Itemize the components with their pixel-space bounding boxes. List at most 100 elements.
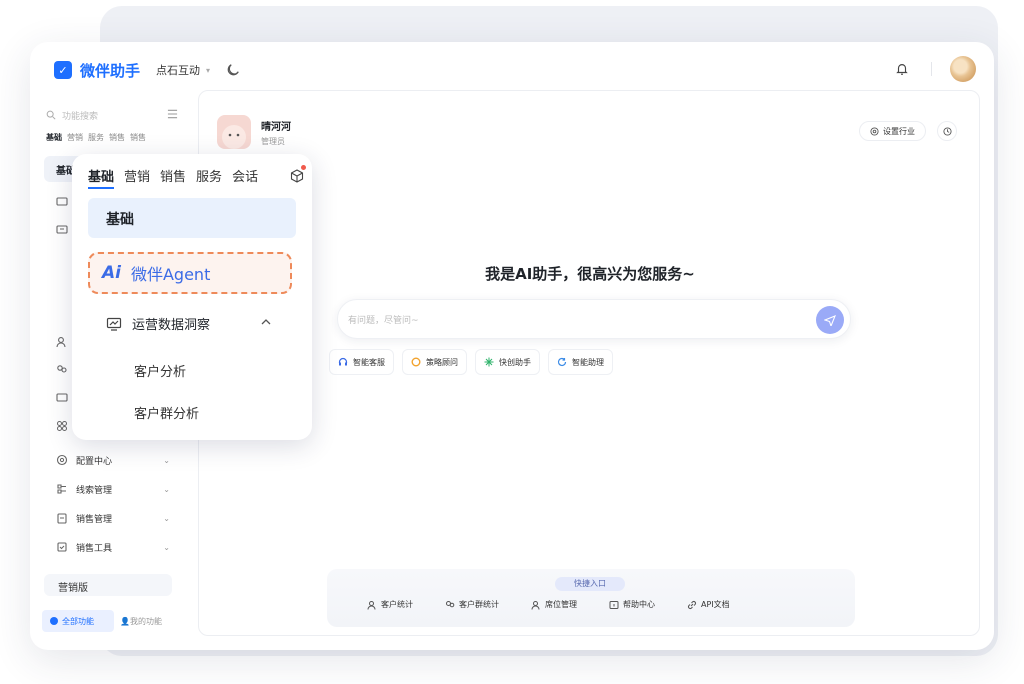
seat-icon [531,600,540,610]
bell-icon[interactable] [895,62,909,76]
chip-label: 智能客服 [353,357,385,367]
chip-smart-service[interactable]: 智能客服 [329,349,394,375]
popup-tab-conversation[interactable]: 会话 [232,166,258,189]
all-functions-label: 全部功能 [62,616,94,626]
sales-icon [57,513,67,524]
popup-tab-service[interactable]: 服务 [196,166,222,189]
quick-seat-management[interactable]: 席位管理 [531,599,577,610]
insight-menu-group[interactable]: 运营数据洞察 [106,314,282,333]
popup-tab-basic[interactable]: 基础 [88,166,115,189]
sidebar-tab[interactable]: 销售 [130,132,146,143]
brand-logo-icon: ✓ [54,61,72,79]
moon-icon[interactable] [226,63,240,77]
popup-section-header: 基础 [88,198,296,238]
popup-tabs: 基础 营销 销售 服务 会话 [88,166,258,189]
package-icon [290,169,304,183]
chat-icon[interactable] [56,224,68,236]
agent-label: 微伴Agent [130,265,211,284]
menu-item-group-analysis[interactable]: 客户群分析 [134,403,199,422]
assistant-chips: 智能客服 策略顾问 快创助手 智能助理 [329,349,613,375]
users-icon[interactable] [56,364,68,376]
ask-input[interactable]: 有问题，尽管问~ [337,299,851,339]
sidebar-item-leads[interactable]: 线索管理 ⌄ [56,481,170,497]
cartoon-avatar-icon [222,125,246,149]
chevron-down-icon: ▾ [206,65,211,75]
all-functions-button[interactable]: 全部功能 [42,610,114,632]
chevron-down-icon: ⌄ [163,484,170,494]
send-button[interactable] [816,306,844,334]
popup-tab-marketing[interactable]: 营销 [124,166,150,189]
ai-icon: Ai [102,263,121,283]
leads-icon [57,484,66,494]
user-icon[interactable] [56,336,68,348]
link-icon [688,600,696,609]
brand-name: 微伴助手 [80,61,141,80]
chevron-down-icon: ⌄ [163,542,170,552]
grid-icon[interactable] [56,420,68,432]
sidebar-tab[interactable]: 销售 [109,132,125,143]
quick-entry-panel: 快捷入口 客户统计 客户群统计 席位管理 帮助中心 API文档 [327,569,855,627]
chip-label: 智能助理 [572,357,604,367]
refresh-icon [557,357,567,367]
sidebar-item-config[interactable]: 配置中心 ⌄ [56,452,170,468]
my-functions-button[interactable]: 👤 我的功能 [120,616,162,627]
chart-monitor-icon [106,317,122,331]
user-avatar[interactable] [217,115,251,149]
sidebar-item-label: 线索管理 [76,485,113,496]
quick-group-stats[interactable]: 客户群统计 [445,599,499,610]
target-icon [870,126,879,136]
sidebar-item-label: 配置中心 [76,456,113,467]
search-placeholder: 功能搜索 [62,111,99,122]
history-button[interactable] [937,121,957,141]
list-menu-icon[interactable] [167,109,178,119]
lightbulb-icon [411,357,421,367]
sidebar-tab[interactable]: 服务 [88,132,104,143]
chip-smart-assistant[interactable]: 智能助理 [548,349,613,375]
feature-popup-menu: 基础 营销 销售 服务 会话 基础 Ai 微伴Agent 运营数据洞察 客户分析… [72,154,312,440]
avatar[interactable] [950,56,976,82]
sidebar-tab[interactable]: 营销 [67,132,83,143]
chip-label: 快创助手 [499,357,531,367]
headset-icon [338,357,348,366]
quick-entry-label: 快捷入口 [555,577,625,591]
ask-placeholder: 有问题，尽管问~ [348,315,419,326]
quick-label: 客户群统计 [459,600,499,609]
quick-help-center[interactable]: 帮助中心 [609,599,655,610]
agent-menu-item[interactable]: Ai 微伴Agent [88,252,292,294]
sidebar-item-label: 销售管理 [76,514,113,525]
quick-api-docs[interactable]: API文档 [687,599,730,610]
cube-icon[interactable] [290,165,306,183]
chip-strategy-advisor[interactable]: 策略顾问 [402,349,467,375]
sidebar-item-sales[interactable]: 销售管理 ⌄ [56,510,170,526]
quick-label: 客户统计 [381,600,413,609]
dot-icon [50,617,58,625]
sidebar-item-tools[interactable]: 销售工具 ⌄ [56,539,170,555]
quick-label: 席位管理 [545,600,577,609]
screen-icon[interactable] [56,392,68,404]
quick-label: 帮助中心 [623,600,655,609]
search-input[interactable]: 功能搜索 [46,104,178,126]
set-industry-label: 设置行业 [883,126,915,136]
popup-tab-sales[interactable]: 销售 [160,166,186,189]
assistant-greeting: 我是AI助手，很高兴为您服务~ [485,265,695,283]
help-icon [609,600,619,609]
settings-icon [56,454,68,466]
quick-entry-list: 客户统计 客户群统计 席位管理 帮助中心 API文档 [367,599,730,610]
menu-item-customer-analysis[interactable]: 客户分析 [134,361,186,380]
user-role: 管理员 [261,137,285,146]
sidebar-tab[interactable]: 基础 [46,132,62,143]
person-icon: 👤 [120,616,130,626]
set-industry-button[interactable]: 设置行业 [859,121,926,141]
notification-dot [301,165,306,170]
tools-icon [57,542,67,552]
clock-icon [942,126,952,136]
sidebar-tabs: 基础 营销 服务 销售 销售 [46,132,146,143]
org-switcher[interactable]: 点石互动 ▾ [156,62,210,78]
chip-label: 策略顾问 [426,357,458,367]
quick-customer-stats[interactable]: 客户统计 [367,599,413,610]
chip-quick-create[interactable]: 快创助手 [475,349,540,375]
send-icon [824,315,836,326]
monitor-icon[interactable] [56,196,68,208]
divider [931,62,932,76]
sidebar-version-label[interactable]: 营销版 [44,574,172,596]
